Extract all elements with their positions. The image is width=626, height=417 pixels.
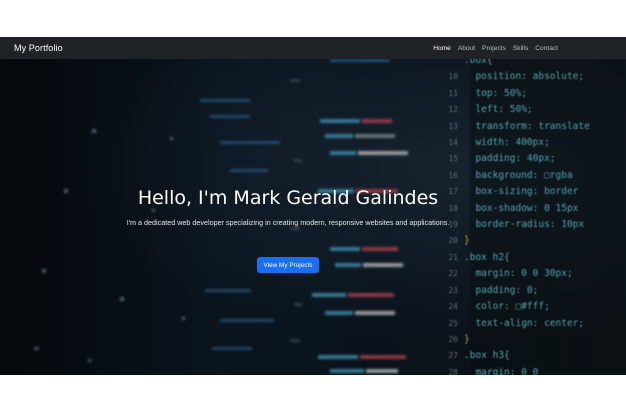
nav-link-about[interactable]: About bbox=[458, 45, 475, 52]
hero-subtitle: I'm a dedicated web developer specializi… bbox=[126, 218, 450, 227]
hero-overlay bbox=[0, 59, 626, 375]
nav-link-contact[interactable]: Contact bbox=[535, 45, 558, 52]
nav-link-skills[interactable]: Skills bbox=[513, 45, 528, 52]
browser-viewport: My Portfolio Home About Projects Skills … bbox=[0, 37, 626, 375]
navbar-brand[interactable]: My Portfolio bbox=[14, 43, 63, 53]
hero-section: .box{ 10 position: absolute; 11 top: 50%… bbox=[0, 59, 626, 375]
nav-link-projects[interactable]: Projects bbox=[482, 45, 506, 52]
navbar: My Portfolio Home About Projects Skills … bbox=[0, 37, 626, 59]
view-projects-button[interactable]: View My Projects bbox=[257, 257, 319, 273]
nav-link-home[interactable]: Home bbox=[433, 45, 451, 52]
hero-title: Hello, I'm Mark Gerald Galindes bbox=[137, 187, 439, 209]
nav-links: Home About Projects Skills Contact bbox=[433, 45, 558, 52]
